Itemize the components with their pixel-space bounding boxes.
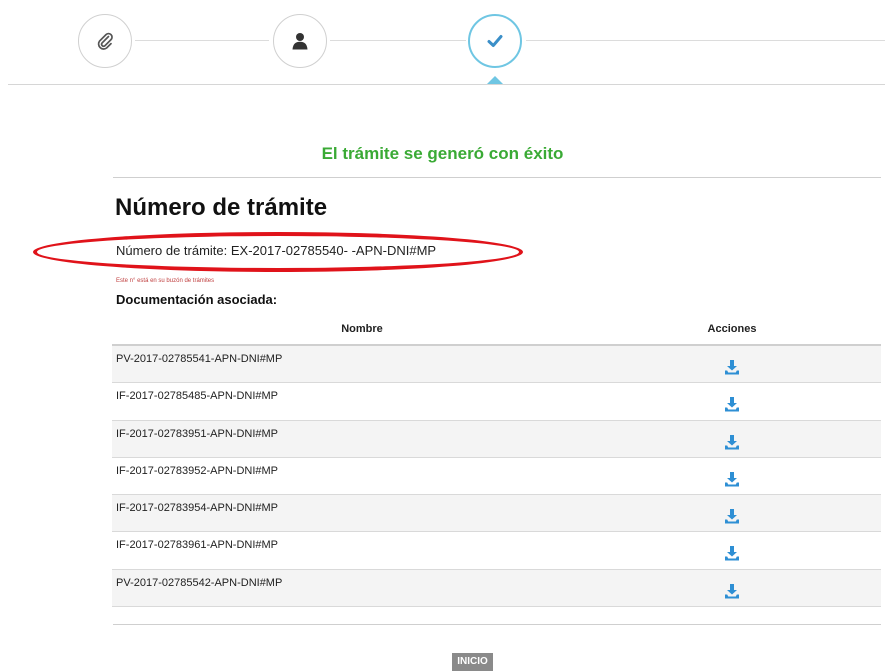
divider	[113, 624, 881, 625]
inicio-button[interactable]: INICIO	[452, 653, 493, 671]
document-name: PV-2017-02785541-APN-DNI#MP	[116, 353, 283, 365]
tramite-note: Este n° está en su buzón de trámites	[116, 278, 215, 284]
success-message: El trámite se generó con éxito	[321, 144, 564, 163]
documents-table: Nombre Acciones PV-2017-02785541-APN-DNI…	[112, 319, 881, 608]
download-icon[interactable]	[724, 434, 740, 450]
table-row: PV-2017-02785541-APN-DNI#MP	[112, 346, 881, 384]
table-header: Nombre Acciones	[112, 319, 881, 346]
step-attachments	[78, 14, 132, 68]
highlight-annotation	[33, 232, 523, 272]
step-connector	[526, 40, 885, 41]
table-row: IF-2017-02783954-APN-DNI#MP	[112, 495, 881, 533]
download-icon[interactable]	[724, 471, 740, 487]
document-name: IF-2017-02783952-APN-DNI#MP	[116, 464, 279, 477]
download-icon[interactable]	[724, 359, 740, 375]
document-name: IF-2017-02783951-APN-DNI#MP	[116, 427, 279, 440]
step-connector	[330, 40, 466, 41]
documents-heading: Documentación asociada:	[116, 292, 278, 307]
document-name: PV-2017-02785542-APN-DNI#MP	[116, 576, 283, 589]
user-icon	[292, 33, 308, 50]
progress-stepper	[0, 0, 885, 90]
document-name: IF-2017-02783961-APN-DNI#MP	[116, 539, 279, 552]
page-title: Número de trámite	[115, 194, 328, 221]
step-confirmation	[468, 14, 522, 68]
divider	[113, 177, 881, 178]
table-row: PV-2017-02785542-APN-DNI#MP	[112, 569, 881, 608]
step-personal-data	[273, 14, 327, 68]
paperclip-icon	[97, 32, 113, 50]
column-header-nombre: Nombre	[341, 323, 383, 335]
table-row: IF-2017-02783961-APN-DNI#MP	[112, 532, 881, 570]
document-name: IF-2017-02783954-APN-DNI#MP	[116, 502, 279, 515]
table-row: IF-2017-02783952-APN-DNI#MP	[112, 458, 881, 496]
download-icon[interactable]	[724, 508, 740, 524]
download-icon[interactable]	[724, 396, 740, 412]
download-icon[interactable]	[724, 545, 740, 561]
active-step-indicator	[487, 76, 503, 84]
checkmark-icon	[487, 35, 503, 47]
step-connector	[135, 40, 269, 41]
table-row: IF-2017-02783951-APN-DNI#MP	[112, 420, 881, 458]
divider	[8, 84, 885, 85]
table-row: IF-2017-02785485-APN-DNI#MP	[112, 383, 881, 421]
download-icon[interactable]	[724, 583, 740, 599]
document-name: IF-2017-02785485-APN-DNI#MP	[116, 390, 279, 403]
column-header-acciones: Acciones	[707, 323, 757, 335]
table-body: PV-2017-02785541-APN-DNI#MP IF-2017-0278…	[112, 346, 881, 608]
